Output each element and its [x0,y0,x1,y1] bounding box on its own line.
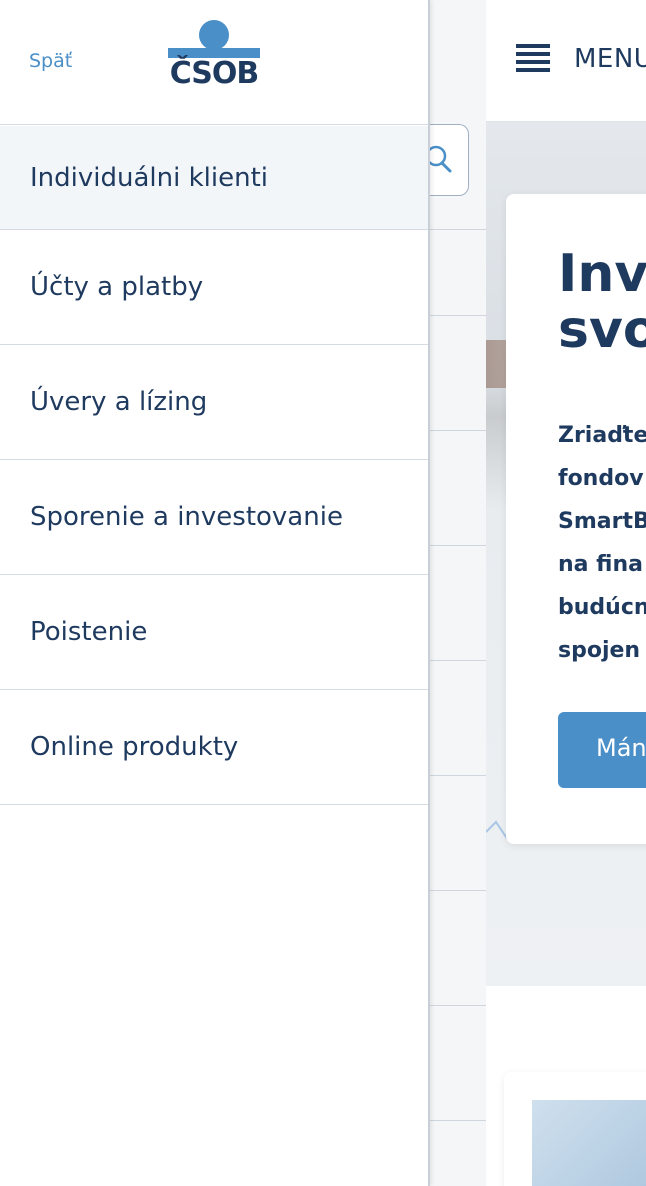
background-page: MENU Inve svo Zriaďte fondov SmartB na f… [428,0,646,1186]
divider [428,430,486,431]
logo-text: ČSOB [169,56,260,91]
promo-card[interactable] [504,1072,646,1186]
csob-logo[interactable]: ČSOB [166,18,262,94]
search-icon[interactable] [428,143,456,175]
hero-title: Inve svo [558,244,646,360]
back-link[interactable]: Späť [29,50,72,72]
menu-item-online-products[interactable]: Online produkty [0,690,428,805]
divider [428,315,486,316]
menu-item-label: Individuálni klienti [30,162,268,193]
menu-item-label: Online produkty [30,732,239,762]
hero-banner: Inve svo Zriaďte fondov SmartB na fina b… [486,122,646,986]
menu-item-insurance[interactable]: Poistenie [0,575,428,690]
menu-item-accounts-payments[interactable]: Účty a platby [0,230,428,345]
logo-mark-icon [168,20,260,58]
hero-cta-button[interactable]: Mán [558,712,646,788]
promo-card-image [532,1100,646,1186]
drawer-header: Späť ČSOB [0,0,428,125]
main-content: MENU Inve svo Zriaďte fondov SmartB na f… [486,0,646,1186]
drawer-menu-list: Individuálni klienti Účty a platby Úvery… [0,126,428,805]
menu-item-label: Účty a platby [30,272,204,302]
navigation-drawer: Späť ČSOB Individuálni klienti Účty a pl… [0,0,430,1186]
divider [428,229,486,230]
divider [428,545,486,546]
divider [428,775,486,776]
menu-item-loans-leasing[interactable]: Úvery a lízing [0,345,428,460]
divider [428,890,486,891]
hero-card: Inve svo Zriaďte fondov SmartB na fina b… [506,194,646,844]
menu-item-label: Sporenie a investovanie [30,502,343,532]
divider [428,660,486,661]
divider [428,1005,486,1006]
search-input[interactable] [428,124,469,196]
menu-item-individual-clients[interactable]: Individuálni klienti [0,126,428,230]
menu-item-label: Poistenie [30,617,148,647]
divider [428,1120,486,1121]
menu-button-label[interactable]: MENU [574,44,646,74]
top-header: MENU [486,0,646,122]
hamburger-icon[interactable] [516,44,550,74]
menu-item-label: Úvery a lízing [30,387,208,417]
hero-text: Zriaďte fondov SmartB na fina budúcn spo… [558,423,646,663]
menu-item-savings-investing[interactable]: Sporenie a investovanie [0,460,428,575]
background-list-strip [428,0,486,1186]
